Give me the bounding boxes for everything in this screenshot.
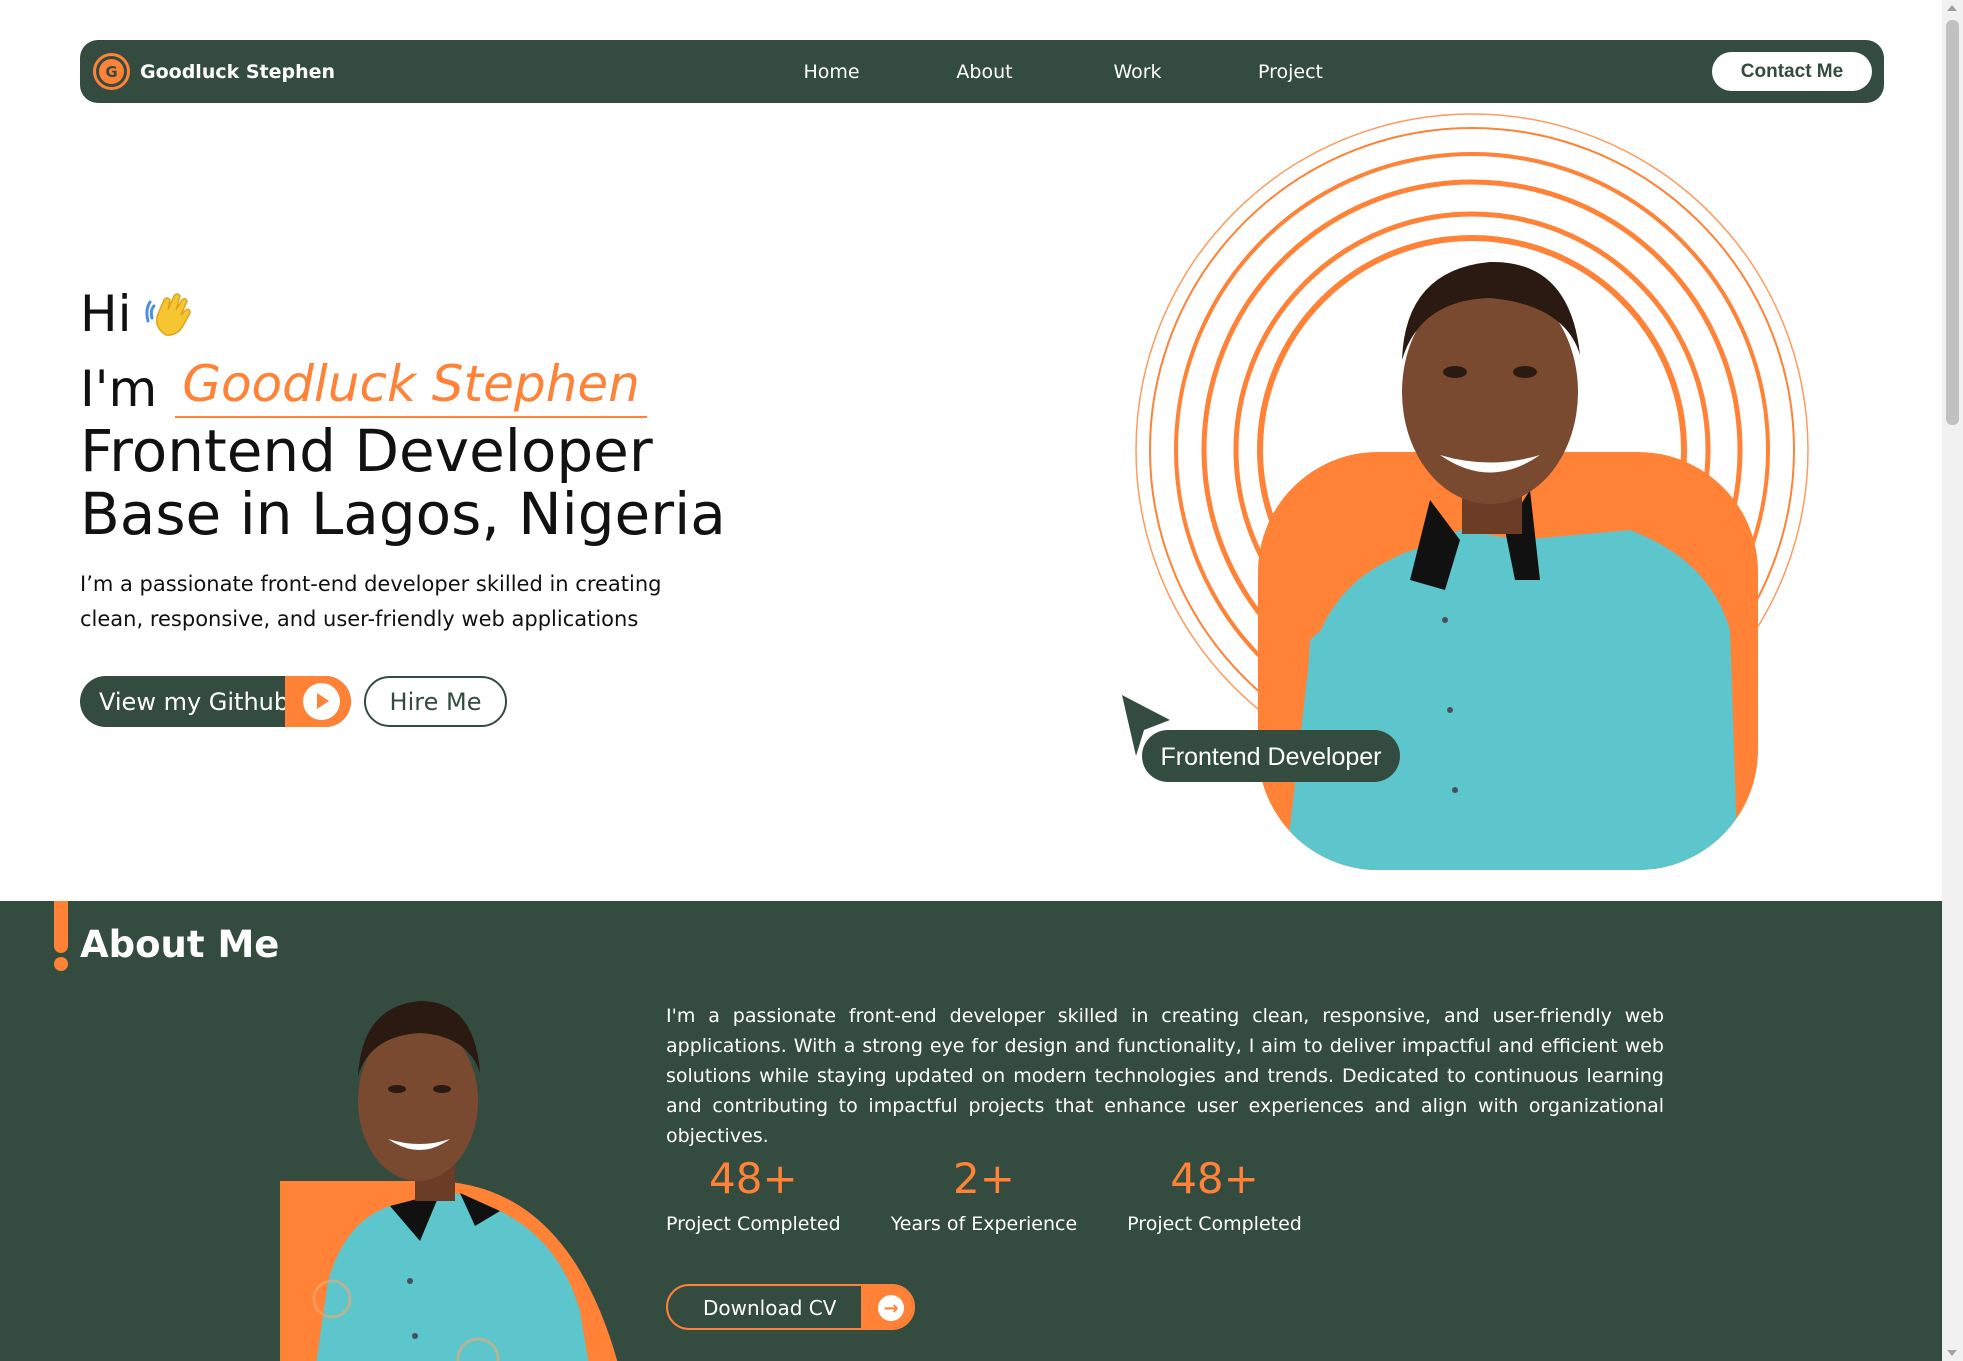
greeting-text: Hi — [80, 285, 132, 343]
role-line-1: Frontend Developer — [80, 417, 653, 485]
hero-description: I’m a passionate front-end developer ski… — [80, 572, 662, 631]
nav-link-about[interactable]: About — [908, 61, 1061, 83]
about-title: About Me — [80, 923, 280, 966]
arrow-right-icon: → — [878, 1295, 904, 1321]
about-text: I'm a passionate front-end developer ski… — [666, 1005, 1664, 1147]
stat-item: 2+ Years of Experience — [891, 1151, 1077, 1235]
about-accent-bar — [54, 901, 68, 953]
stats: 48+ Project Completed 2+ Years of Experi… — [666, 1151, 1352, 1235]
download-cv-label: Download CV — [703, 1296, 837, 1320]
about-portrait — [280, 1001, 618, 1361]
hero-intro: I'm Goodluck Stephen — [80, 355, 647, 418]
stat-value: 48+ — [1170, 1154, 1259, 1203]
hero-name: Goodluck Stephen — [175, 355, 647, 418]
hero-role: Frontend Developer Base in Lagos, Nigeri… — [80, 420, 726, 546]
nav-links: Home About Work Project — [755, 40, 1367, 103]
logo-icon: G — [93, 53, 130, 90]
github-button-label: View my Github — [99, 688, 290, 716]
scroll-down-arrow-icon[interactable] — [1947, 1350, 1957, 1356]
about-accent-dot — [54, 957, 68, 971]
role-badge-label: Frontend Developer — [1161, 743, 1382, 771]
nav-link-work[interactable]: Work — [1061, 61, 1214, 83]
download-cv-button[interactable]: Download CV → — [666, 1284, 915, 1330]
logo-letter: G — [99, 59, 124, 84]
stat-label: Project Completed — [1127, 1213, 1302, 1235]
im-text: I'm — [80, 360, 158, 418]
about-section: About Me I'm a passionate front-end deve… — [0, 901, 1942, 1361]
brand[interactable]: G Goodluck Stephen — [93, 53, 335, 90]
brand-name: Goodluck Stephen — [140, 60, 336, 83]
contact-me-button[interactable]: Contact Me — [1712, 52, 1872, 91]
stat-item: 48+ Project Completed — [666, 1151, 841, 1235]
nav-link-home[interactable]: Home — [755, 61, 908, 83]
hero-portrait: Frontend Developer — [1122, 113, 1809, 870]
stat-item: 48+ Project Completed — [1127, 1151, 1302, 1235]
stat-value: 48+ — [709, 1154, 798, 1203]
stat-label: Project Completed — [666, 1213, 841, 1235]
scroll-up-arrow-icon[interactable] — [1947, 5, 1957, 11]
play-icon — [303, 683, 340, 720]
navbar: G Goodluck Stephen Home About Work Proje… — [80, 40, 1884, 103]
role-line-2: Base in Lagos, Nigeria — [80, 480, 726, 548]
waving-hand-icon — [144, 293, 191, 336]
scrollbar-thumb[interactable] — [1946, 20, 1959, 425]
hero-greeting: Hi — [80, 285, 196, 343]
vertical-scrollbar[interactable] — [1942, 0, 1963, 1361]
view-github-button[interactable]: View my Github — [80, 676, 351, 727]
stat-value: 2+ — [952, 1154, 1015, 1203]
stat-label: Years of Experience — [890, 1213, 1078, 1235]
nav-link-project[interactable]: Project — [1214, 61, 1367, 83]
hire-me-button[interactable]: Hire Me — [364, 676, 507, 727]
